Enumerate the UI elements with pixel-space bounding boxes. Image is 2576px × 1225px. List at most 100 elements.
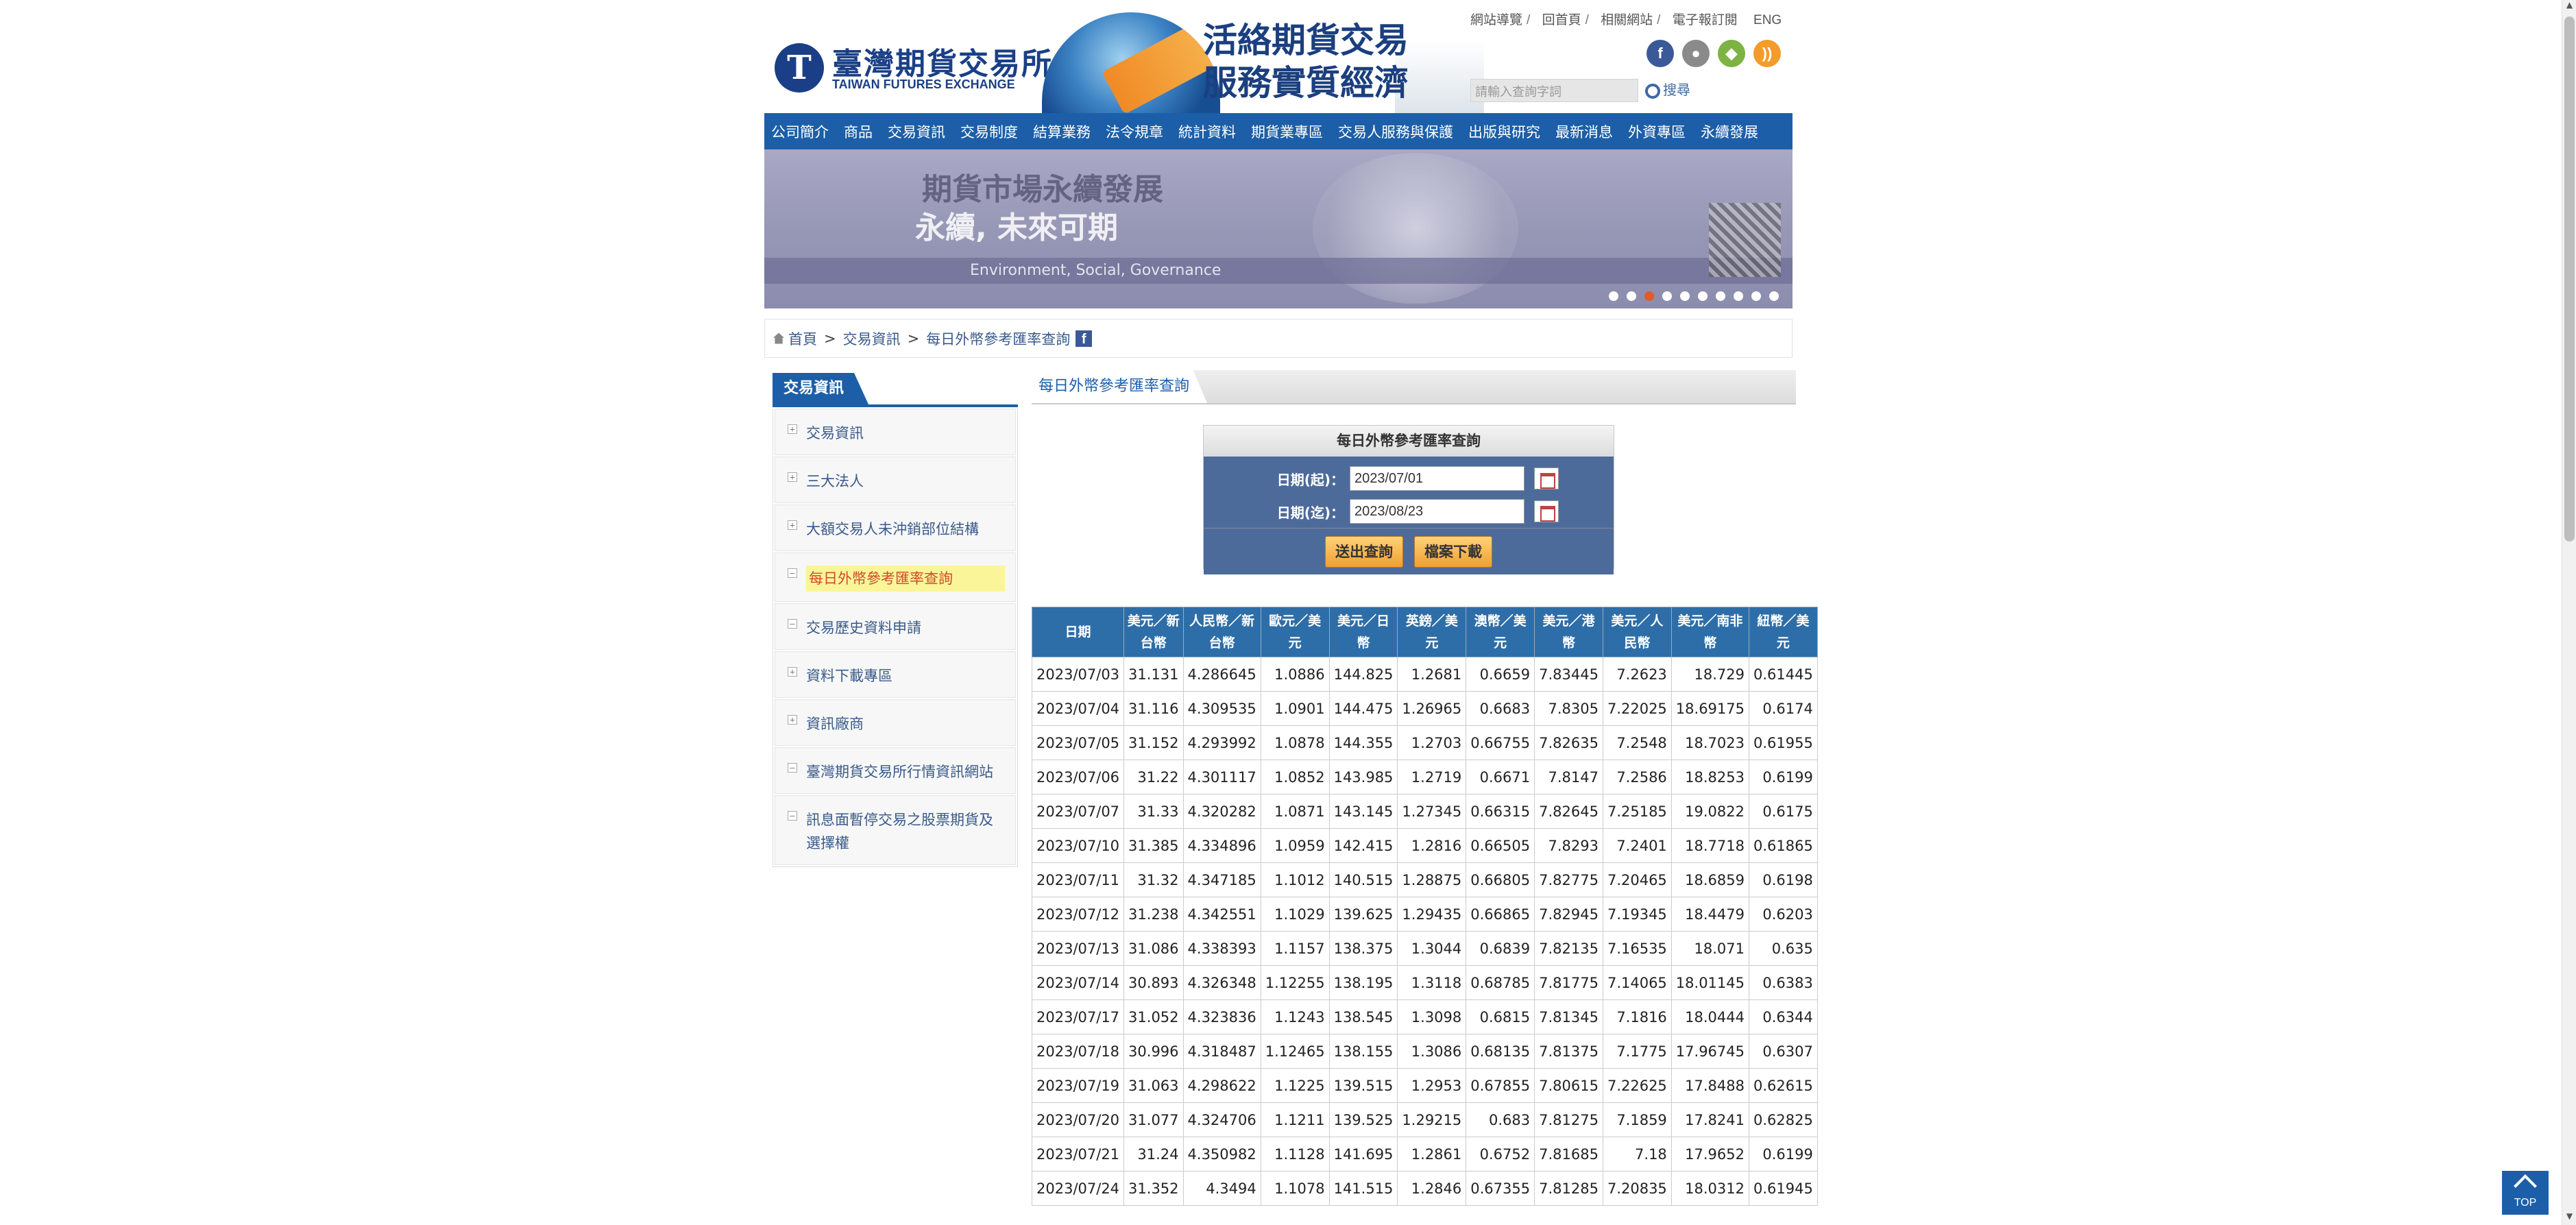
submit-button[interactable]: 送出查詢 bbox=[1325, 535, 1403, 568]
nav-regulations[interactable]: 法令規章 bbox=[1106, 121, 1163, 142]
carousel-dot[interactable] bbox=[1716, 291, 1725, 301]
nav-about[interactable]: 公司簡介 bbox=[771, 121, 829, 142]
breadcrumb-home[interactable]: 首頁 bbox=[788, 328, 817, 349]
expand-icon: + bbox=[788, 520, 797, 530]
rate-cell: 7.82945 bbox=[1534, 897, 1603, 932]
col-usd-zar: 美元／南非幣 bbox=[1670, 607, 1750, 657]
rate-cell: 18.7023 bbox=[1670, 725, 1750, 760]
sidebar-title: 交易資訊 bbox=[773, 373, 868, 404]
nav-products[interactable]: 商品 bbox=[844, 121, 873, 142]
back-to-top-button[interactable]: TOP bbox=[2502, 1171, 2549, 1215]
sidebar-item-downloads[interactable]: + 資料下載專區 bbox=[775, 651, 1016, 698]
end-date-input[interactable]: 2023/08/23 bbox=[1350, 499, 1524, 524]
link-related-sites[interactable]: 相關網站 bbox=[1601, 13, 1653, 27]
breadcrumb-current[interactable]: 每日外幣參考匯率查詢 bbox=[926, 328, 1070, 349]
carousel-dot[interactable] bbox=[1627, 291, 1636, 301]
nav-trading-system[interactable]: 交易制度 bbox=[960, 121, 1018, 142]
facebook-share-icon[interactable]: f bbox=[1076, 330, 1093, 347]
apple-icon[interactable]: ● bbox=[1682, 40, 1710, 67]
form-title: 每日外幣參考匯率查詢 bbox=[1204, 426, 1614, 457]
rate-cell: 4.350982 bbox=[1182, 1137, 1261, 1172]
col-usd-twd: 美元／新台幣 bbox=[1123, 607, 1184, 657]
rate-cell: 31.24 bbox=[1123, 1137, 1184, 1172]
search-button[interactable]: 搜尋 bbox=[1645, 79, 1690, 99]
nav-foreign-investors[interactable]: 外資專區 bbox=[1628, 121, 1686, 142]
rate-cell: 31.077 bbox=[1123, 1102, 1184, 1137]
carousel-dot[interactable] bbox=[1698, 291, 1708, 301]
android-icon[interactable]: ◆ bbox=[1718, 40, 1745, 67]
carousel-dot[interactable] bbox=[1680, 291, 1690, 301]
breadcrumb-trading-info[interactable]: 交易資訊 bbox=[843, 328, 901, 349]
rate-cell: 7.81775 bbox=[1534, 965, 1603, 1000]
sidebar-item-history-request[interactable]: – 交易歷史資料申請 bbox=[775, 603, 1016, 650]
link-english[interactable]: ENG bbox=[1753, 13, 1782, 27]
sidebar-item-vendors[interactable]: + 資訊廠商 bbox=[775, 699, 1016, 746]
date-cell: 2023/07/05 bbox=[1031, 725, 1125, 760]
rate-cell: 4.342551 bbox=[1182, 897, 1261, 932]
rate-cell: 0.635 bbox=[1749, 931, 1818, 966]
rate-cell: 7.1816 bbox=[1602, 999, 1672, 1034]
carousel-dot[interactable] bbox=[1751, 291, 1761, 301]
carousel-dot[interactable] bbox=[1734, 291, 1743, 301]
logo-mark-icon: T bbox=[775, 43, 824, 93]
carousel-dot[interactable] bbox=[1609, 291, 1618, 301]
table-header-row: 日期 美元／新台幣 人民幣／新台幣 歐元／美元 美元／日幣 英鎊／美元 澳幣／美… bbox=[1031, 607, 1818, 657]
link-sitemap[interactable]: 網站導覽 bbox=[1470, 13, 1522, 27]
carousel-dot-active[interactable] bbox=[1644, 291, 1654, 301]
nav-sustainability[interactable]: 永續發展 bbox=[1701, 121, 1758, 142]
sidebar-item-label: 資訊廠商 bbox=[806, 716, 864, 732]
rate-cell: 0.6671 bbox=[1466, 760, 1535, 795]
table-row: 2023/07/12 31.238 4.342551 1.1029 139.625 1.2… bbox=[1031, 897, 1818, 932]
end-date-row: 日期(迄)： 2023/08/23 bbox=[1204, 495, 1614, 528]
rate-cell: 7.81285 bbox=[1534, 1171, 1603, 1206]
calendar-icon[interactable] bbox=[1534, 468, 1559, 489]
date-cell: 2023/07/17 bbox=[1031, 999, 1125, 1034]
table-row: 2023/07/03 31.131 4.286645 1.0886 144.825 1.2… bbox=[1031, 657, 1818, 692]
sidebar-item-trading-info[interactable]: + 交易資訊 bbox=[775, 409, 1016, 455]
vertical-scrollbar[interactable]: ▲ ▼ bbox=[2562, 0, 2576, 1225]
sidebar-item-halt-notice[interactable]: – 訊息面暫停交易之股票期貨及選擇權 bbox=[775, 795, 1016, 865]
sidebar-item-quote-site[interactable]: – 臺灣期貨交易所行情資訊網站 bbox=[775, 747, 1016, 794]
site-logo[interactable]: T 臺灣期貨交易所 TAIWAN FUTURES EXCHANGE bbox=[775, 38, 1052, 99]
nav-publications[interactable]: 出版與研究 bbox=[1468, 121, 1540, 142]
nav-clearing[interactable]: 結算業務 bbox=[1033, 121, 1091, 142]
rate-cell: 31.152 bbox=[1123, 725, 1184, 760]
rss-icon[interactable]: )) bbox=[1753, 40, 1781, 67]
rate-cell: 7.81345 bbox=[1534, 999, 1603, 1034]
scroll-up-arrow-icon[interactable]: ▲ bbox=[2562, 0, 2576, 14]
link-newsletter[interactable]: 電子報訂閱 bbox=[1673, 13, 1738, 27]
link-home[interactable]: 回首頁 bbox=[1542, 13, 1581, 27]
date-cell: 2023/07/14 bbox=[1031, 965, 1125, 1000]
nav-industry[interactable]: 期貨業專區 bbox=[1251, 121, 1323, 142]
nav-trader-services[interactable]: 交易人服務與保護 bbox=[1338, 121, 1453, 142]
leaf-icon: – bbox=[788, 619, 797, 629]
facebook-icon[interactable]: f bbox=[1647, 40, 1674, 67]
carousel-dot[interactable] bbox=[1662, 291, 1672, 301]
start-date-input[interactable]: 2023/07/01 bbox=[1350, 466, 1524, 491]
scroll-thumb[interactable] bbox=[2564, 16, 2575, 542]
site-header: T 臺灣期貨交易所 TAIWAN FUTURES EXCHANGE 活絡期貨交易… bbox=[764, 0, 1796, 115]
sidebar-item-institutional[interactable]: + 三大法人 bbox=[775, 457, 1016, 503]
hero-banner[interactable]: 期貨市場永續發展 永續, 未來可期 Environment, Social, G… bbox=[764, 149, 1793, 308]
rate-cell: 7.22025 bbox=[1602, 691, 1672, 726]
col-aud-usd: 澳幣／美元 bbox=[1466, 607, 1535, 657]
date-cell: 2023/07/04 bbox=[1031, 691, 1125, 726]
rate-cell: 31.063 bbox=[1123, 1068, 1184, 1103]
search-input[interactable]: 請輸入查詢字詞 bbox=[1470, 79, 1638, 102]
calendar-icon[interactable] bbox=[1534, 500, 1559, 522]
rate-cell: 1.2861 bbox=[1397, 1137, 1467, 1172]
carousel-dot[interactable] bbox=[1769, 291, 1779, 301]
breadcrumb: 首頁 > 交易資訊 > 每日外幣參考匯率查詢 f bbox=[764, 319, 1793, 358]
nav-news[interactable]: 最新消息 bbox=[1555, 121, 1613, 142]
nav-statistics[interactable]: 統計資料 bbox=[1178, 121, 1236, 142]
col-gbp-usd: 英鎊／美元 bbox=[1397, 607, 1467, 657]
sidebar-item-fx-rates[interactable]: – 每日外幣參考匯率查詢 bbox=[775, 553, 1016, 602]
sidebar-item-large-traders[interactable]: + 大額交易人未沖銷部位結構 bbox=[775, 505, 1016, 551]
nav-trading-info[interactable]: 交易資訊 bbox=[888, 121, 945, 142]
rate-cell: 7.8305 bbox=[1534, 691, 1603, 726]
rate-cell: 1.1078 bbox=[1260, 1171, 1330, 1206]
scroll-down-arrow-icon[interactable]: ▼ bbox=[2562, 1211, 2576, 1225]
rate-cell: 1.1211 bbox=[1260, 1102, 1330, 1137]
download-button[interactable]: 檔案下載 bbox=[1414, 535, 1492, 568]
rate-cell: 1.0959 bbox=[1260, 828, 1330, 863]
